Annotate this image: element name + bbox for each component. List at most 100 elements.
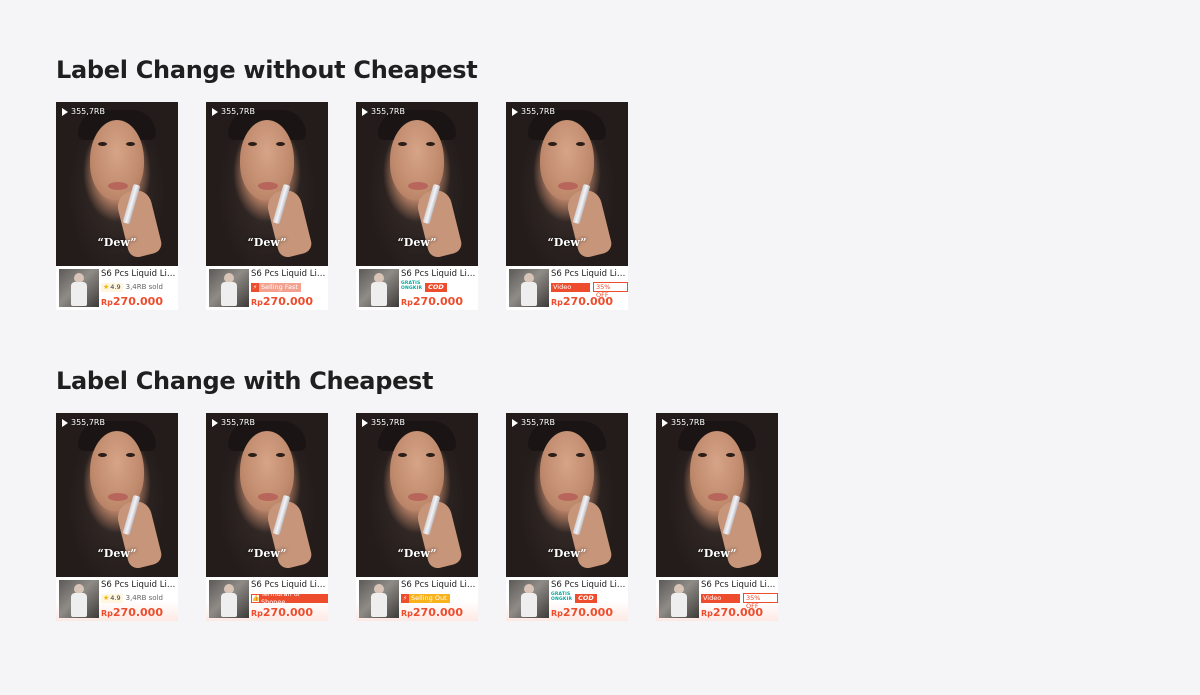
play-icon [212,107,218,116]
product-labels: GRATIS ONGKIR COD [401,282,447,292]
thumbs-up-icon: 👍 [252,594,260,602]
video-thumbnail[interactable]: 355,7RB “Dew” [356,102,478,266]
rating-value: 4.9 [110,594,121,602]
play-icon [662,418,668,427]
video-thumbnail[interactable]: 355,7RB “Dew” [206,413,328,577]
product-info[interactable]: S6 Pcs Liquid Lip... Video Only 35% OFF Rp2… [656,577,778,621]
price-currency: Rp [251,298,263,307]
product-price: Rp270.000 [251,606,313,619]
play-icon [362,107,368,116]
product-name[interactable]: S6 Pcs Liquid Lip... [401,269,477,279]
product-price: Rp270.000 [401,295,463,308]
play-icon [212,418,218,427]
price-value: 270.000 [262,606,313,619]
video-thumbnail[interactable]: 355,7RB “Dew” [656,413,778,577]
product-name[interactable]: S6 Pcs Liquid Lip... [701,580,777,590]
video-caption: “Dew” [247,236,287,249]
product-video-card[interactable]: 355,7RB “Dew” S6 Pcs Liquid Lip... ★ 4.9 3,4R… [56,413,178,621]
selling-badge: ⚡ Selling Fast [251,282,301,292]
product-name[interactable]: S6 Pcs Liquid Lip... [251,580,327,590]
product-thumbnail[interactable] [209,269,249,307]
product-thumbnail[interactable] [359,269,399,307]
view-count: 355,7RB [362,107,405,116]
video-thumbnail[interactable]: 355,7RB “Dew” [506,102,628,266]
product-video-card[interactable]: 355,7RB “Dew” S6 Pcs Liquid Lip... GRATIS ON… [356,102,478,310]
price-currency: Rp [551,298,563,307]
view-count: 355,7RB [62,418,105,427]
product-info[interactable]: S6 Pcs Liquid Lip... 👍 Termurah di Shopee R… [206,577,328,621]
bolt-icon: ⚡ [251,282,259,292]
product-labels: GRATIS ONGKIR COD [551,593,597,603]
product-price: Rp270.000 [551,606,613,619]
product-labels: Video Only 35% OFF [551,282,628,300]
discount-badge: 35% OFF [743,593,778,610]
product-name[interactable]: S6 Pcs Liquid Lip... [551,580,627,590]
video-thumbnail[interactable]: 355,7RB “Dew” [56,413,178,577]
product-thumbnail[interactable] [509,580,549,618]
product-thumbnail[interactable] [659,580,699,618]
product-info[interactable]: S6 Pcs Liquid Lip... GRATIS ONGKIR COD Rp270… [356,266,478,310]
play-icon [512,107,518,116]
video-thumbnail[interactable]: 355,7RB “Dew” [56,102,178,266]
cod-badge: COD [425,282,447,292]
selling-badge-label: Selling Out [411,594,447,602]
product-labels: ★ 4.9 3,4RB sold [101,282,163,292]
cod-badge: COD [575,593,597,603]
price-currency: Rp [401,298,413,307]
view-count-value: 355,7RB [71,418,105,427]
view-count-value: 355,7RB [521,107,555,116]
product-thumbnail[interactable] [59,580,99,618]
product-video-card[interactable]: 355,7RB “Dew” S6 Pcs Liquid Lip... ★ 4.9 3,4R… [56,102,178,310]
video-caption: “Dew” [547,236,587,249]
rating-badge: ★ 4.9 [101,282,123,292]
product-info[interactable]: S6 Pcs Liquid Lip... ★ 4.9 3,4RB sold Rp270.… [56,266,178,310]
video-caption: “Dew” [97,547,137,560]
price-value: 270.000 [262,295,313,308]
view-count: 355,7RB [512,418,555,427]
price-value: 270.000 [562,295,613,308]
video-thumbnail[interactable]: 355,7RB “Dew” [506,413,628,577]
video-thumbnail[interactable]: 355,7RB “Dew” [206,102,328,266]
free-shipping-line-2: ONGKIR [551,597,573,602]
product-price: Rp270.000 [401,606,463,619]
product-name[interactable]: S6 Pcs Liquid Lip... [251,269,327,279]
product-name[interactable]: S6 Pcs Liquid Lip... [101,580,177,590]
bolt-icon: ⚡ [401,593,409,603]
video-caption: “Dew” [397,236,437,249]
product-thumbnail[interactable] [209,580,249,618]
product-video-card[interactable]: 355,7RB “Dew” S6 Pcs Liquid Lip... Video On… [506,102,628,310]
video-thumbnail[interactable]: 355,7RB “Dew” [356,413,478,577]
product-labels: 👍 Termurah di Shopee [251,590,328,606]
card-row-without-cheapest: 355,7RB “Dew” S6 Pcs Liquid Lip... ★ 4.9 3,4R… [56,102,656,310]
product-info[interactable]: S6 Pcs Liquid Lip... ⚡ Selling Fast Rp270.0… [206,266,328,310]
product-name[interactable]: S6 Pcs Liquid Lip... [101,269,177,279]
cheapest-badge: 👍 Termurah di Shopee [251,590,328,606]
view-count-value: 355,7RB [221,418,255,427]
product-video-card[interactable]: 355,7RB “Dew” S6 Pcs Liquid Lip... ⚡ Selling… [356,413,478,621]
product-thumbnail[interactable] [59,269,99,307]
product-video-card[interactable]: 355,7RB “Dew” S6 Pcs Liquid Lip... Video On… [656,413,778,621]
product-info[interactable]: S6 Pcs Liquid Lip... Video Only 35% OFF Rp2… [506,266,628,310]
video-caption: “Dew” [97,236,137,249]
free-shipping-badge: GRATIS ONGKIR [401,282,422,291]
product-name[interactable]: S6 Pcs Liquid Lip... [551,269,627,279]
product-thumbnail[interactable] [359,580,399,618]
product-video-card[interactable]: 355,7RB “Dew” S6 Pcs Liquid Lip... 👍 Termura… [206,413,328,621]
product-info[interactable]: S6 Pcs Liquid Lip... GRATIS ONGKIR COD Rp270… [506,577,628,621]
discount-badge: 35% OFF [593,282,628,299]
product-thumbnail[interactable] [509,269,549,307]
card-row-with-cheapest: 355,7RB “Dew” S6 Pcs Liquid Lip... ★ 4.9 3,4R… [56,413,806,621]
product-video-card[interactable]: 355,7RB “Dew” S6 Pcs Liquid Lip... GRATIS ON… [506,413,628,621]
star-icon: ★ [103,593,110,602]
price-value: 270.000 [112,295,163,308]
price-currency: Rp [551,609,563,618]
play-icon [62,107,68,116]
product-info[interactable]: S6 Pcs Liquid Lip... ⚡ Selling Out Rp270.00… [356,577,478,621]
product-info[interactable]: S6 Pcs Liquid Lip... ★ 4.9 3,4RB sold Rp270.… [56,577,178,621]
product-name[interactable]: S6 Pcs Liquid Lip... [401,580,477,590]
product-labels: ⚡ Selling Fast [251,282,301,292]
view-count-value: 355,7RB [671,418,705,427]
product-video-card[interactable]: 355,7RB “Dew” S6 Pcs Liquid Lip... ⚡ Selling… [206,102,328,310]
rating-value: 4.9 [110,283,121,291]
selling-badge: ⚡ Selling Out [401,593,450,603]
